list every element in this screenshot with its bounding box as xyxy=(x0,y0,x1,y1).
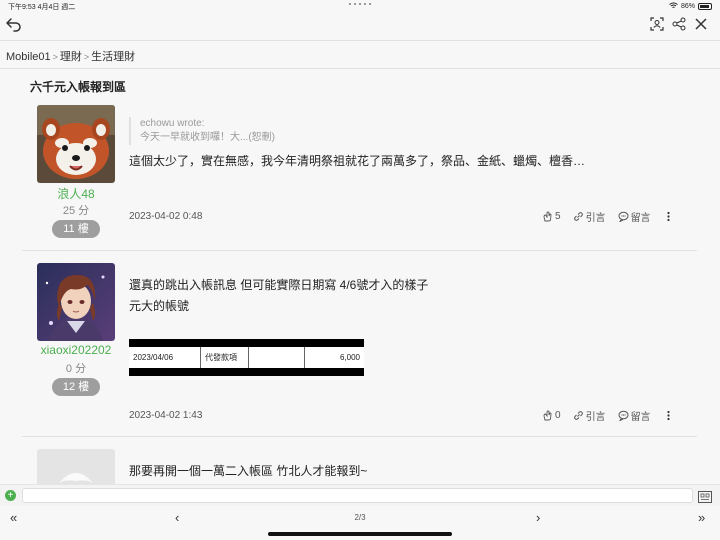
quote-text: 今天一早就收到囉！大...(恕刪) xyxy=(140,132,275,143)
multitask-dots-icon[interactable] xyxy=(349,3,371,5)
post-body: 這個太少了，實在無感，我今年清明祭祖就花了兩萬多了，祭品、金紙、蠟燭、檀香… xyxy=(129,151,585,172)
clap-icon xyxy=(543,410,552,421)
page-indicator[interactable]: 2/3 xyxy=(348,513,372,522)
wifi-icon xyxy=(669,2,678,11)
user-score: 25 分 xyxy=(62,205,90,217)
avatar[interactable] xyxy=(37,105,115,183)
link-icon xyxy=(573,411,583,420)
transaction-amount: 6,000 xyxy=(339,353,360,362)
nav-bar xyxy=(0,12,720,40)
transaction-date: 2023/04/06 xyxy=(129,347,201,368)
quote-button[interactable]: 引言 xyxy=(573,408,606,423)
more-vertical-icon xyxy=(666,410,670,421)
prev-page-button[interactable]: ‹ xyxy=(175,510,179,525)
post: xiaoxi202202 0 分 12 樓 還真的跳出入帳訊息 但可能實際日期寫… xyxy=(22,263,697,433)
post-text-line: 那要再開一個一萬二入帳區 竹北人才能報到~ xyxy=(129,464,368,478)
like-button[interactable]: 0 xyxy=(542,410,561,421)
comment-button[interactable]: 留言 xyxy=(618,209,651,224)
post-body: 還真的跳出入帳訊息 但可能實際日期寫 4/6號才入的樣子 元大的帳號 xyxy=(129,275,428,317)
status-right: 86% xyxy=(669,2,712,11)
breadcrumb-separator: > xyxy=(83,52,90,62)
post-text-line: 元大的帳號 xyxy=(129,299,190,313)
battery-percent: 86% xyxy=(680,3,695,10)
floor-badge: 12 樓 xyxy=(52,378,100,396)
add-icon[interactable]: + xyxy=(5,490,16,501)
reply-bar: + xyxy=(0,484,720,506)
clap-icon xyxy=(543,211,552,222)
avatar[interactable] xyxy=(37,263,115,341)
breadcrumb-separator: > xyxy=(52,52,58,62)
thread-content[interactable]: 六千元入帳報到區 浪人48 25 分 11 樓 echowu wrote: 今天… xyxy=(0,70,720,484)
post-divider xyxy=(22,250,697,251)
quote-button[interactable]: 引言 xyxy=(573,209,606,224)
pager: « ‹ 2/3 › » xyxy=(0,506,720,530)
avatar[interactable] xyxy=(37,449,115,484)
quote-label: 引言 xyxy=(585,213,606,224)
more-options-button[interactable] xyxy=(663,410,674,421)
post-body: 那要再開一個一萬二入帳區 竹北人才能報到~ xyxy=(129,461,367,482)
post-text-line: 這個太少了，實在無感，我今年清明祭祖就花了兩萬多了，祭品、金紙、蠟燭、檀香… xyxy=(129,154,586,168)
keyboard-icon[interactable] xyxy=(698,490,712,503)
back-icon[interactable] xyxy=(5,15,23,33)
share-icon[interactable] xyxy=(672,17,686,31)
quote-author: echowu wrote: xyxy=(140,118,205,129)
comment-button[interactable]: 留言 xyxy=(618,408,651,423)
last-page-button[interactable]: » xyxy=(698,510,705,525)
next-page-button[interactable]: › xyxy=(536,510,540,525)
breadcrumb-item-finance[interactable]: 理財 xyxy=(60,51,82,63)
comment-icon xyxy=(618,211,629,222)
quote-label: 引言 xyxy=(585,412,606,423)
comment-label: 留言 xyxy=(630,412,651,423)
post-actions: 0 引言 留言 xyxy=(542,408,686,423)
home-indicator[interactable] xyxy=(268,532,452,536)
status-bar: 下午9:53 4月4日 週二 86% xyxy=(0,0,720,12)
status-time-date: 下午9:53 4月4日 週二 xyxy=(8,2,75,12)
more-vertical-icon xyxy=(666,211,670,222)
close-icon[interactable] xyxy=(694,17,708,31)
status-time: 下午9:53 xyxy=(8,4,36,11)
first-page-button[interactable]: « xyxy=(10,510,17,525)
post-time: 2023-04-02 0:48 xyxy=(129,211,203,222)
post: 浪人48 25 分 11 樓 echowu wrote: 今天一早就收到囉！大.… xyxy=(22,105,697,255)
like-count: 5 xyxy=(555,211,561,222)
scan-icon[interactable] xyxy=(650,17,664,31)
username[interactable]: 浪人48 xyxy=(22,185,130,202)
post-image[interactable]: 2023/04/06 代發款項 6,000 xyxy=(129,339,364,376)
transaction-type: 代發款項 xyxy=(201,347,249,368)
user-score: 0 分 xyxy=(65,363,87,375)
quote-block: echowu wrote: 今天一早就收到囉！大...(恕刪) xyxy=(129,117,275,145)
transaction-blank xyxy=(249,347,305,368)
breadcrumb-item-mobile01[interactable]: Mobile01 xyxy=(6,51,51,63)
reply-input[interactable] xyxy=(22,488,693,503)
like-count: 0 xyxy=(555,410,561,421)
post-divider xyxy=(22,436,697,437)
like-button[interactable]: 5 xyxy=(542,211,561,222)
breadcrumb: Mobile01 > 理財 > 生活理財 xyxy=(0,40,720,69)
link-icon xyxy=(573,212,583,221)
comment-label: 留言 xyxy=(630,213,651,224)
post-time: 2023-04-02 1:43 xyxy=(129,410,203,421)
username[interactable]: xiaoxi202202 xyxy=(22,343,130,357)
thread-title: 六千元入帳報到區 xyxy=(30,80,127,94)
post: 那要再開一個一萬二入帳區 竹北人才能報到~ xyxy=(22,449,697,484)
transaction-row: 2023/04/06 代發款項 6,000 xyxy=(129,347,364,368)
post-text-line: 還真的跳出入帳訊息 但可能實際日期寫 4/6號才入的樣子 xyxy=(129,278,429,292)
more-options-button[interactable] xyxy=(663,211,674,222)
status-date: 4月4日 週二 xyxy=(37,4,76,11)
comment-icon xyxy=(618,410,629,421)
breadcrumb-item-life-finance[interactable]: 生活理財 xyxy=(91,51,135,63)
post-actions: 5 引言 留言 xyxy=(542,209,686,224)
floor-badge: 11 樓 xyxy=(52,220,100,238)
battery-icon xyxy=(698,3,712,10)
